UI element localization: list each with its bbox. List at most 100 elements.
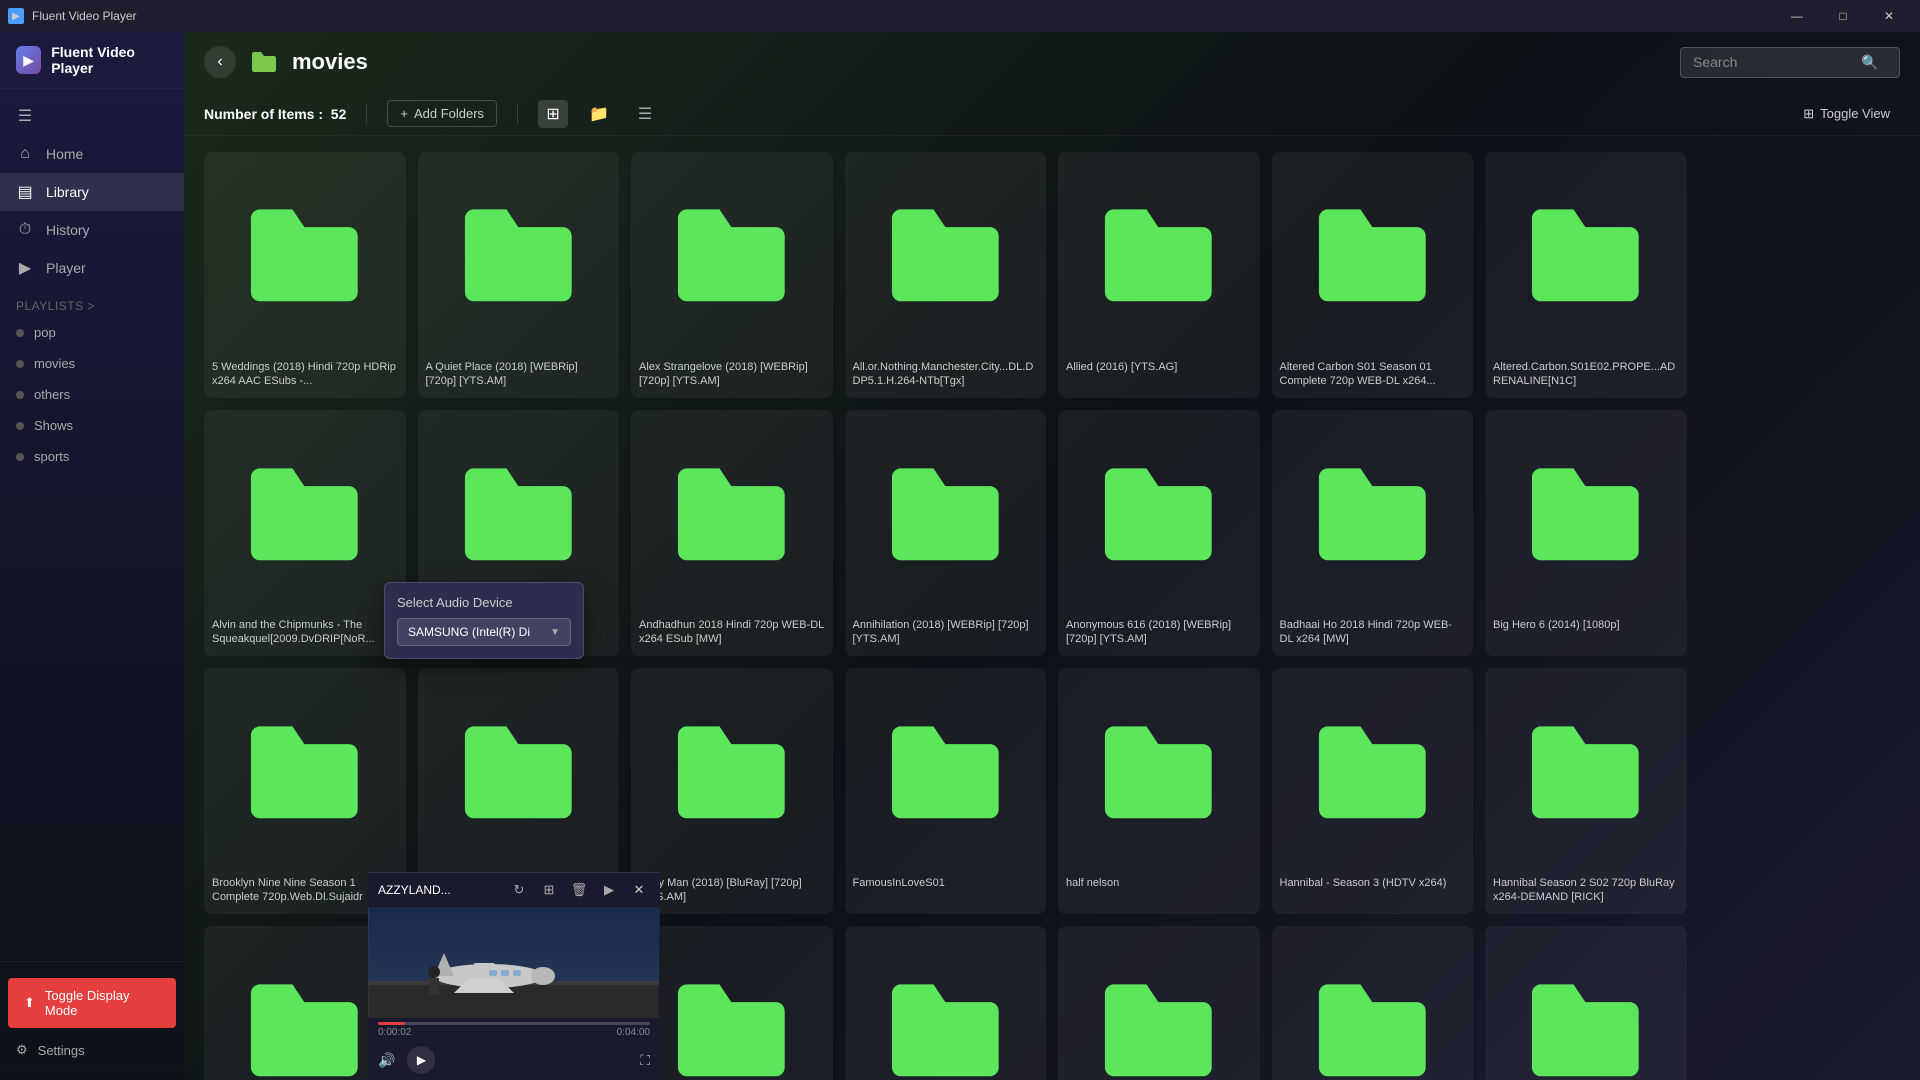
- mini-close-button[interactable]: ✕: [628, 879, 650, 901]
- topbar: ‹ movies 🔍: [184, 32, 1920, 92]
- settings-label: Settings: [38, 1043, 85, 1058]
- grid-item-alvin-squeakquel[interactable]: Alvin and the Chipmunks - The Squeakquel…: [204, 410, 406, 656]
- menu-icon: ☰: [16, 107, 34, 125]
- minimize-button[interactable]: —: [1774, 0, 1820, 32]
- folder-thumbnail: [1485, 410, 1687, 612]
- grid-view-button[interactable]: ⊞: [538, 879, 560, 901]
- grid-item-label: Big Hero 6 (2014) [1080p]: [1485, 612, 1687, 642]
- folder-thumbnail: [631, 410, 833, 612]
- sidebar-item-history[interactable]: ⏱ History: [0, 211, 184, 249]
- playlist-label: pop: [34, 325, 56, 340]
- grid-item-pans-lab[interactable]: pans labrynth: [1272, 926, 1474, 1080]
- grid-item-allied[interactable]: Allied (2016) [YTS.AG]: [1058, 152, 1260, 398]
- folder-thumbnail: [1485, 926, 1687, 1080]
- toolbar-separator-2: [517, 104, 518, 124]
- folder-thumbnail: [1058, 926, 1260, 1080]
- grid-item-badhaai[interactable]: Badhaai Ho 2018 Hindi 720p WEB-DL x264 […: [1272, 410, 1474, 656]
- view-folder-button[interactable]: 📁: [584, 100, 614, 128]
- grid-item-manchester[interactable]: All.or.Nothing.Manchester.City...DL.DDP5…: [845, 152, 1047, 398]
- grid-item-altered-carbon-s1[interactable]: Altered Carbon S01 Season 01 Complete 72…: [1272, 152, 1474, 398]
- grid-item-half-nelson[interactable]: half nelson: [1058, 668, 1260, 914]
- grid-item-on-body-soul[interactable]: On Body And Soul (2017) [BluRay] [720p] …: [845, 926, 1047, 1080]
- progress-bar[interactable]: [378, 1022, 650, 1025]
- grid-item-hannibal-s3[interactable]: Hannibal - Season 3 (HDTV x264): [1272, 668, 1474, 914]
- progress-fill: [378, 1022, 405, 1025]
- search-box[interactable]: 🔍: [1680, 47, 1900, 78]
- sidebar-playlist-pop[interactable]: pop: [0, 317, 184, 348]
- toggle-display-label: Toggle Display Mode: [45, 988, 160, 1018]
- sidebar-item-library[interactable]: ▤ Library: [0, 173, 184, 211]
- back-button[interactable]: ‹: [204, 46, 236, 78]
- playlist-dot: [16, 391, 24, 399]
- app-logo: ▶: [16, 46, 41, 74]
- grid-item-label: 5 Weddings (2018) Hindi 720p HDRip x264 …: [204, 354, 406, 399]
- settings-icon: ⚙: [16, 1042, 28, 1058]
- play-pause-button[interactable]: ▶: [407, 1046, 435, 1074]
- grid-item-anonymous[interactable]: Anonymous 616 (2018) [WEBRip] [720p] [YT…: [1058, 410, 1260, 656]
- sidebar-item-home[interactable]: ⌂ Home: [0, 135, 184, 173]
- grid-item-famous-love[interactable]: FamousInLoveS01: [845, 668, 1047, 914]
- sidebar-item-label: Home: [46, 146, 83, 162]
- search-icon[interactable]: 🔍: [1861, 54, 1878, 71]
- fullscreen-button[interactable]: ⛶: [640, 1052, 650, 1069]
- maximize-button[interactable]: □: [1820, 0, 1866, 32]
- grid-item-label: Andhadhun 2018 Hindi 720p WEB-DL x264 ES…: [631, 612, 833, 657]
- grid-item-one-who-flew[interactable]: one who flew: [1058, 926, 1260, 1080]
- repeat-button[interactable]: ↻: [508, 879, 530, 901]
- history-icon: ⏱: [16, 221, 34, 239]
- toolbar: Number of Items : 52 + Add Folders ⊞ 📁 ☰…: [184, 92, 1920, 136]
- view-list-button[interactable]: ☰: [630, 100, 660, 128]
- playlist-label: movies: [34, 356, 75, 371]
- grid-item-5-weddings[interactable]: 5 Weddings (2018) Hindi 720p HDRip x264 …: [204, 152, 406, 398]
- delete-button[interactable]: 🗑: [568, 879, 590, 901]
- folder-thumbnail: [631, 152, 833, 354]
- sidebar-item-player[interactable]: ▶ Player: [0, 249, 184, 287]
- folder-thumbnail: [631, 926, 833, 1080]
- search-input[interactable]: [1693, 54, 1853, 70]
- sidebar-playlist-movies[interactable]: movies: [0, 348, 184, 379]
- settings-button[interactable]: ⚙ Settings: [0, 1032, 184, 1068]
- audio-device-select[interactable]: SAMSUNG (Intel(R) Di ▼: [397, 618, 571, 646]
- view-grid-button[interactable]: ⊞: [538, 100, 568, 128]
- folder-thumbnail: [1058, 668, 1260, 870]
- toolbar-separator: [366, 104, 367, 124]
- mini-player-bottom: 🔊 ▶ ⛶: [368, 1040, 660, 1080]
- grid-item-andhadhun[interactable]: Andhadhun 2018 Hindi 720p WEB-DL x264 ES…: [631, 410, 833, 656]
- grid-item-label: Anonymous 616 (2018) [WEBRip] [720p] [YT…: [1058, 612, 1260, 657]
- audio-device-value: SAMSUNG (Intel(R) Di: [408, 625, 530, 639]
- grid-item-label: Altered Carbon S01 Season 01 Complete 72…: [1272, 354, 1474, 399]
- grid-item-early-man[interactable]: Early Man (2018) [BluRay] [720p] [YTS.AM…: [631, 668, 833, 914]
- grid-item-hannibal-s2[interactable]: Hannibal Season 2 S02 720p BluRay x264-D…: [1485, 668, 1687, 914]
- grid-item-annihilation[interactable]: Annihilation (2018) [WEBRip] [720p] [YTS…: [845, 410, 1047, 656]
- grid-item-altered-carbon-e2[interactable]: Altered.Carbon.S01E02.PROPE...ADRENALINE…: [1485, 152, 1687, 398]
- playlist-label: sports: [34, 449, 69, 464]
- sidebar-menu-toggle[interactable]: ☰: [0, 97, 184, 135]
- sidebar-playlist-others[interactable]: others: [0, 379, 184, 410]
- folder-thumbnail: [204, 152, 406, 354]
- grid-item-label: Alvin and the Chipmunks - The Squeakquel…: [204, 612, 406, 657]
- mini-play-button[interactable]: ▶: [598, 879, 620, 901]
- toggle-display-mode-button[interactable]: ⬆ Toggle Display Mode: [8, 978, 176, 1028]
- sidebar-playlist-shows[interactable]: Shows: [0, 410, 184, 441]
- item-count-value: 52: [331, 106, 347, 122]
- sidebar-bottom: ⬆ Toggle Display Mode ⚙ Settings: [0, 961, 184, 1080]
- grid-item-label: All.or.Nothing.Manchester.City...DL.DDP5…: [845, 354, 1047, 399]
- grid-item-daredevil[interactable]: Marvels.Daredevil.Season.3.S0...DLx265-H…: [631, 926, 833, 1080]
- sidebar-nav: ☰ ⌂ Home ▤ Library ⏱ History ▶ Player Pl…: [0, 89, 184, 961]
- grid-item-bighero6[interactable]: Big Hero 6 (2014) [1080p]: [1485, 410, 1687, 656]
- grid-item-quiet-place[interactable]: A Quiet Place (2018) [WEBRip] [720p] [YT…: [418, 152, 620, 398]
- mini-player-header: AZZYLAND... ↻ ⊞ 🗑 ▶ ✕: [368, 873, 660, 908]
- folder-thumbnail: [1485, 668, 1687, 870]
- close-button[interactable]: ✕: [1866, 0, 1912, 32]
- add-icon: +: [400, 106, 408, 121]
- sidebar-playlist-sports[interactable]: sports: [0, 441, 184, 472]
- grid-item-alex-strange[interactable]: Alex Strangelove (2018) [WEBRip] [720p] …: [631, 152, 833, 398]
- folder-thumbnail: [1272, 410, 1474, 612]
- sidebar-header: ▶ Fluent Video Player: [0, 32, 184, 89]
- toggle-view-button[interactable]: ⊞ Toggle View: [1793, 101, 1900, 127]
- grid-item-path-blood[interactable]: Path Of Blood (2018) [WEBRip] [720p] [YT…: [1485, 926, 1687, 1080]
- folder-icon: [248, 46, 280, 78]
- player-icon: ▶: [16, 259, 34, 277]
- volume-button[interactable]: 🔊: [378, 1052, 395, 1069]
- add-folders-button[interactable]: + Add Folders: [387, 100, 497, 127]
